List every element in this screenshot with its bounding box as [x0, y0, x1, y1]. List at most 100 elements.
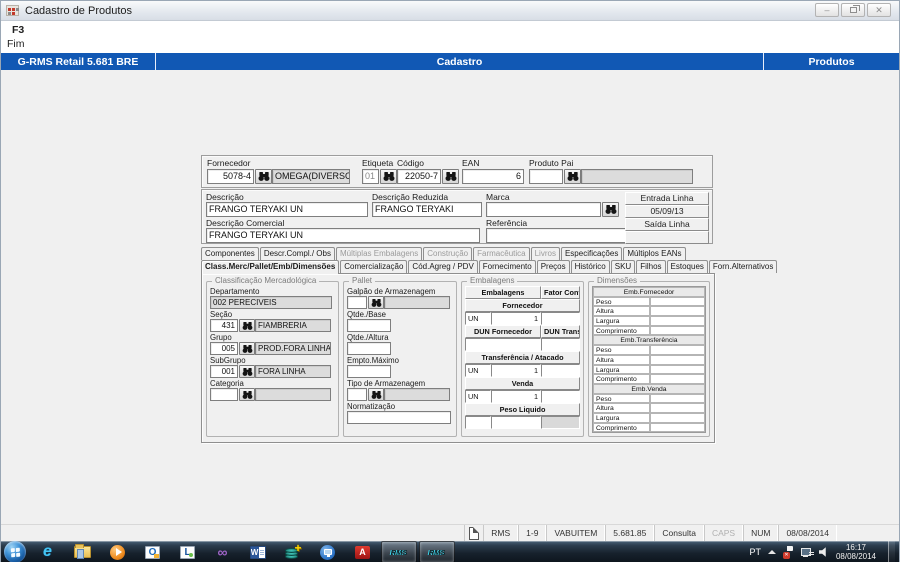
adobe-reader-button[interactable]: A [345, 541, 380, 562]
tab-historico[interactable]: Histórico [570, 260, 610, 273]
dim-value-input[interactable] [650, 393, 705, 404]
restore-button[interactable] [841, 3, 865, 17]
tab-comercializacao[interactable]: Comercialização [340, 260, 408, 273]
workspace: Fornecedor 5078-4 OMEGA(DIVERSOS) Etique… [1, 70, 899, 524]
fornecedor-search-button[interactable] [255, 169, 272, 184]
subgrupo-search-button[interactable] [239, 365, 255, 378]
show-desktop-button[interactable] [888, 541, 895, 562]
tab-forn-alternativos[interactable]: Forn.Alternativos [708, 260, 778, 273]
transferencia-fator-input[interactable] [541, 364, 580, 377]
lync-button[interactable]: L [170, 541, 205, 562]
tab-class-merc-pallet-emb-dimensoes[interactable]: Class.Merc/Pallet/Emb/Dimensões [201, 260, 340, 274]
tab-fornecimento[interactable]: Fornecimento [478, 260, 536, 273]
dim-value-input[interactable] [650, 316, 705, 326]
qtde-base-label: Qtde./Base [347, 310, 387, 319]
tipo-armazenagem-search-button[interactable] [368, 388, 384, 401]
secao-search-button[interactable] [239, 319, 255, 332]
categoria-code-input[interactable] [210, 388, 238, 401]
etiqueta-input[interactable]: 01 [362, 169, 379, 184]
dim-value-input[interactable] [650, 364, 705, 375]
secao-code-input[interactable]: 431 [210, 319, 238, 332]
marca-search-button[interactable] [602, 202, 619, 217]
rms-session-1-button[interactable]: RMS [381, 541, 417, 562]
tab-componentes[interactable]: Componentes [201, 247, 259, 260]
close-button[interactable]: ✕ [867, 3, 891, 17]
system-tray: PT 16:17 08/08/2014 [749, 541, 899, 562]
dim-value-input[interactable] [650, 374, 705, 384]
grupo-search-button[interactable] [239, 342, 255, 355]
produto-pai-input[interactable] [529, 169, 563, 184]
referencia-input[interactable] [486, 228, 626, 243]
network-icon[interactable] [800, 547, 812, 557]
database-tool-button[interactable]: + [275, 541, 310, 562]
tab-filhos[interactable]: Filhos [636, 260, 666, 273]
qtde-altura-input[interactable] [347, 342, 391, 355]
dim-value-input[interactable] [650, 296, 705, 307]
menu-item-f3[interactable]: F3 [12, 24, 24, 36]
tipo-armazenagem-code-input[interactable] [347, 388, 367, 401]
dim-value-input[interactable] [650, 325, 705, 336]
media-player-button[interactable] [100, 541, 135, 562]
binoculars-icon [567, 172, 579, 181]
transferencia-qty-input[interactable]: 1 [491, 364, 541, 377]
grupo-code-input[interactable]: 005 [210, 342, 238, 355]
remote-desktop-button[interactable] [310, 541, 345, 562]
dim-value-input[interactable] [650, 354, 705, 365]
remote-desktop-icon [320, 544, 335, 560]
dun-transf-input[interactable] [541, 338, 580, 351]
peso-liquido-input[interactable] [491, 416, 541, 429]
tab-precos[interactable]: Preços [536, 260, 570, 273]
tab-estoques[interactable]: Estoques [666, 260, 708, 273]
show-hidden-icons-button[interactable] [767, 550, 776, 554]
categoria-search-button[interactable] [239, 388, 255, 401]
internet-explorer-button[interactable]: e [30, 541, 65, 562]
dim-value-input[interactable] [650, 412, 705, 423]
menu-item-fim[interactable]: Fim [7, 38, 25, 50]
taskbar-clock[interactable]: 16:17 08/08/2014 [836, 543, 876, 561]
codigo-input[interactable]: 22050-7 [397, 169, 441, 184]
tab-descr-compl-obs[interactable]: Descr.Compl./ Obs [259, 247, 335, 260]
marca-input[interactable] [486, 202, 601, 217]
galpao-search-button[interactable] [368, 296, 384, 309]
tab-cod-agreg-pdv[interactable]: Cód.Agreg / PDV [408, 260, 478, 273]
empto-maximo-input[interactable] [347, 365, 391, 378]
dim-label: Peso [593, 296, 650, 307]
dim-value-input[interactable] [650, 403, 705, 413]
galpao-code-input[interactable] [347, 296, 367, 309]
codigo-search-button[interactable] [442, 169, 459, 184]
action-center-icon[interactable] [782, 546, 794, 559]
descricao-input[interactable]: FRANGO TERYAKI UN [206, 202, 368, 217]
dim-value-input[interactable] [650, 422, 705, 433]
ean-input[interactable]: 6 [462, 169, 524, 184]
dim-value-input[interactable] [650, 306, 705, 317]
produto-pai-search-button[interactable] [564, 169, 581, 184]
rms-session-2-button[interactable]: RMS [419, 541, 455, 562]
fornecedor-fator-input[interactable] [541, 312, 580, 325]
normatizacao-input[interactable] [347, 411, 451, 424]
descricao-comercial-input[interactable]: FRANGO TERYAKI UN [206, 228, 480, 243]
subgrupo-code-input[interactable]: 001 [210, 365, 238, 378]
language-indicator[interactable]: PT [749, 547, 761, 557]
tab-especificacoes[interactable]: Especificações [560, 247, 623, 260]
tab-multiplos-eans[interactable]: Múltiplos EANs [623, 247, 686, 260]
volume-icon[interactable] [818, 547, 826, 557]
dim-sec-emb-venda: Emb.Venda [593, 383, 705, 394]
visual-studio-button[interactable]: ∞ [205, 541, 240, 562]
minimize-button[interactable]: – [815, 3, 839, 17]
venda-qty-input[interactable]: 1 [491, 390, 541, 403]
dim-value-input[interactable] [650, 345, 705, 355]
dun-fornecedor-input[interactable] [465, 338, 541, 351]
etiqueta-search-button[interactable] [380, 169, 397, 184]
binoculars-icon [242, 391, 253, 399]
tab-sku[interactable]: SKU [610, 260, 636, 273]
descricao-reduzida-input[interactable]: FRANGO TERYAKI [372, 202, 482, 217]
fornecedor-code-input[interactable]: 5078-4 [207, 169, 254, 184]
venda-fator-input[interactable] [541, 390, 580, 403]
file-explorer-button[interactable] [65, 541, 100, 562]
fornecedor-qty-input[interactable]: 1 [491, 312, 541, 325]
word-button[interactable]: W [240, 541, 275, 562]
start-button[interactable] [4, 541, 26, 562]
tab-row-2: Class.Merc/Pallet/Emb/Dimensões Comercia… [201, 260, 778, 274]
qtde-base-input[interactable] [347, 319, 391, 332]
outlook-button[interactable]: O [135, 541, 170, 562]
